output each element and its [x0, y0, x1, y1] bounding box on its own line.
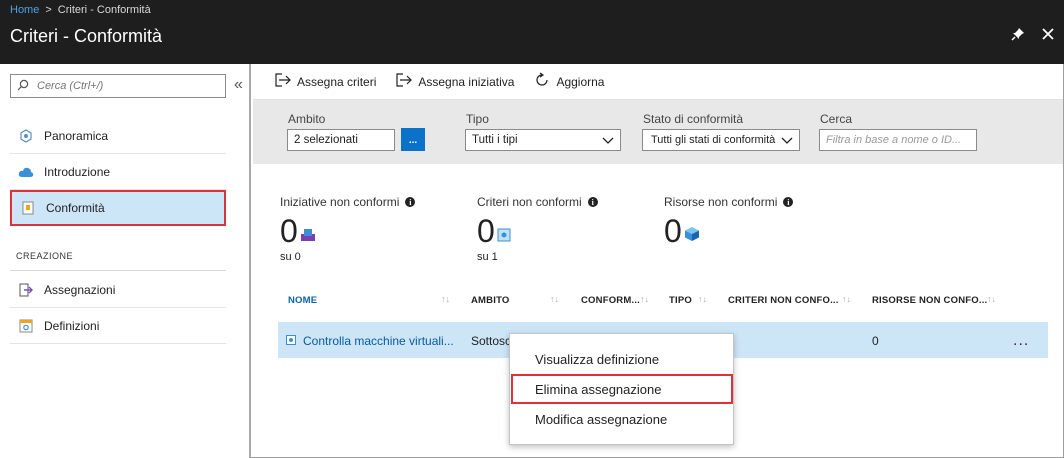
- assign-initiative-button[interactable]: Assegna iniziativa: [396, 73, 514, 90]
- stat-value: 0: [280, 213, 298, 249]
- breadcrumb-current: Criteri - Conformità: [57, 4, 151, 16]
- scope-field[interactable]: 2 selezionati: [287, 129, 395, 151]
- column-header-risorse[interactable]: RISORSE NON CONFO...: [872, 295, 987, 306]
- assignment-scope: Sottosc: [471, 334, 512, 348]
- refresh-button[interactable]: Aggiorna: [534, 72, 604, 91]
- sort-icon[interactable]: ↑↓: [698, 294, 707, 304]
- sidebar-search[interactable]: [10, 74, 226, 98]
- page-title: Criteri - Conformità: [10, 26, 163, 46]
- compliance-icon: [20, 200, 36, 216]
- sidebar-item-label: Conformità: [46, 201, 105, 215]
- resource-cube-icon: [684, 215, 700, 247]
- breadcrumb: Home > Criteri - Conformità: [10, 4, 151, 16]
- column-header-tipo[interactable]: TIPO: [669, 295, 692, 306]
- search-label: Cerca: [820, 112, 853, 126]
- menu-item-view-definition[interactable]: Visualizza definizione: [510, 344, 733, 374]
- overview-icon: [18, 128, 34, 144]
- sort-icon[interactable]: ↑↓: [550, 294, 559, 304]
- command-toolbar: Assegna criteri Assegna iniziativa Aggio…: [253, 64, 1063, 100]
- sidebar-item-label: Introduzione: [44, 164, 111, 179]
- breadcrumb-home-link[interactable]: Home: [10, 4, 39, 16]
- close-icon[interactable]: [1038, 24, 1058, 44]
- sidebar-search-input[interactable]: [37, 80, 217, 92]
- sidebar-item-label: Panoramica: [44, 128, 109, 143]
- refresh-label: Aggiorna: [556, 74, 605, 89]
- cloud-icon: [18, 164, 34, 180]
- info-icon[interactable]: i: [405, 197, 416, 207]
- type-select-value: Tutti i tipi: [472, 134, 518, 146]
- sidebar-item-assegnazioni[interactable]: Assegnazioni: [10, 272, 226, 308]
- search-icon: [17, 79, 29, 94]
- breadcrumb-separator: >: [45, 4, 52, 16]
- policy-row-icon: [286, 334, 296, 348]
- column-header-criteri[interactable]: CRITERI NON CONFO...: [728, 295, 839, 306]
- row-more-button[interactable]: ...: [1013, 332, 1029, 350]
- column-header-nome[interactable]: NOME: [288, 295, 317, 306]
- stat-noncompliant-policies: Criteri non conformi i 0 su 1: [477, 195, 598, 263]
- scope-picker-button[interactable]: ...: [401, 128, 425, 151]
- filter-search-input[interactable]: Filtra in base a nome o ID...: [819, 129, 977, 151]
- chevron-down-icon: [781, 134, 793, 149]
- stat-label: Iniziative non conformi: [280, 195, 400, 209]
- info-icon[interactable]: i: [587, 197, 598, 207]
- info-icon[interactable]: i: [783, 197, 794, 207]
- sort-icon[interactable]: ↑↓: [441, 294, 450, 304]
- refresh-icon: [534, 72, 550, 91]
- assign-icon: [275, 73, 291, 90]
- assign-policy-button[interactable]: Assegna criteri: [275, 73, 376, 90]
- stat-sub: su 1: [477, 251, 498, 263]
- sidebar: « Panoramica Introduzione Conformità CRE…: [0, 64, 251, 458]
- stat-noncompliant-resources: Risorse non conformi i 0: [664, 195, 794, 251]
- sidebar-item-panoramica[interactable]: Panoramica: [10, 118, 226, 154]
- stat-label: Criteri non conformi: [477, 195, 582, 209]
- collapse-sidebar-button[interactable]: «: [234, 76, 243, 94]
- scope-label: Ambito: [288, 112, 326, 126]
- sidebar-item-label: Assegnazioni: [44, 282, 116, 297]
- sort-icon[interactable]: ↑↓: [842, 294, 851, 304]
- pin-icon[interactable]: [1008, 24, 1028, 44]
- section-header-creazione: CREAZIONE: [16, 251, 74, 261]
- assignment-name-link[interactable]: Controlla macchine virtuali...: [303, 334, 454, 348]
- policy-icon: [497, 215, 511, 247]
- type-select[interactable]: Tutti i tipi: [465, 129, 621, 151]
- top-header: Home > Criteri - Conformità Criteri - Co…: [0, 0, 1064, 64]
- stat-sub: su 0: [280, 251, 301, 263]
- sidebar-item-introduzione[interactable]: Introduzione: [10, 154, 226, 190]
- sidebar-item-label: Definizioni: [44, 318, 100, 333]
- state-select-value: Tutti gli stati di conformità: [651, 134, 776, 146]
- column-header-conformita[interactable]: CONFORM...: [581, 295, 640, 306]
- menu-item-delete-assignment[interactable]: Elimina assegnazione: [511, 374, 733, 404]
- stat-label: Risorse non conformi: [664, 195, 778, 209]
- definition-icon: [18, 318, 34, 334]
- sidebar-item-definizioni[interactable]: Definizioni: [10, 308, 226, 344]
- stat-noncompliant-initiatives: Iniziative non conformi i 0 su 0: [280, 195, 416, 263]
- type-label: Tipo: [466, 112, 489, 126]
- assign-policy-label: Assegna criteri: [297, 74, 377, 89]
- column-header-ambito[interactable]: AMBITO: [471, 295, 510, 306]
- stat-value: 0: [477, 213, 495, 249]
- filter-bar: Ambito 2 selezionati ... Tipo Tutti i ti…: [253, 100, 1063, 164]
- sort-icon[interactable]: ↑↓: [640, 294, 649, 304]
- assignment-icon: [18, 282, 34, 298]
- sidebar-item-conformita[interactable]: Conformità: [10, 190, 226, 226]
- assign-icon: [396, 73, 413, 90]
- noncompliant-resources-count: 0: [872, 334, 879, 348]
- sort-icon[interactable]: ↑↓: [987, 294, 996, 304]
- state-select[interactable]: Tutti gli stati di conformità: [642, 129, 800, 151]
- assign-initiative-label: Assegna iniziativa: [418, 74, 515, 89]
- stat-value: 0: [664, 213, 682, 249]
- state-label: Stato di conformità: [643, 112, 744, 126]
- initiative-icon: [300, 215, 316, 247]
- section-divider: [10, 270, 226, 271]
- chevron-down-icon: [602, 134, 614, 149]
- context-menu: Visualizza definizione Elimina assegnazi…: [509, 333, 734, 445]
- menu-item-edit-assignment[interactable]: Modifica assegnazione: [510, 404, 733, 434]
- table-header: NOME ↑↓ AMBITO ↑↓ CONFORM... ↑↓ TIPO ↑↓ …: [278, 286, 1048, 316]
